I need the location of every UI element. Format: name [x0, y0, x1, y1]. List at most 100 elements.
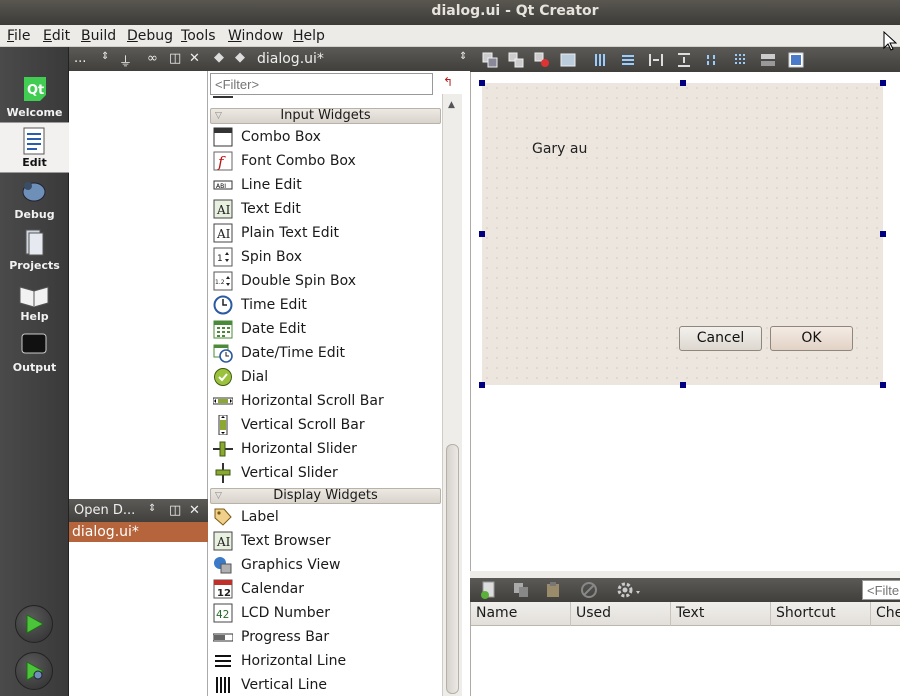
menu-tools[interactable]: Tools	[181, 28, 216, 44]
widget-item[interactable]: 42 LCD Number	[208, 601, 444, 625]
layout-form-icon[interactable]	[704, 52, 720, 68]
mode-debug[interactable]: Debug	[0, 173, 69, 224]
edit-tab-order-icon[interactable]	[560, 52, 576, 68]
layout-horizontal-icon[interactable]	[593, 52, 609, 68]
mode-output[interactable]: Output	[0, 326, 69, 377]
chevron-updown-icon[interactable]: ⇕	[148, 503, 156, 514]
widget-item[interactable]: Vertical Line	[208, 673, 444, 696]
back-arrow-icon[interactable]: ◆	[214, 50, 224, 65]
menu-file[interactable]: File	[7, 28, 30, 44]
svg-text:AI: AI	[216, 203, 231, 217]
menu-build[interactable]: Build	[81, 28, 116, 44]
widget-item[interactable]: AI Text Edit	[208, 197, 444, 221]
layout-grid-icon[interactable]	[732, 52, 748, 68]
resize-handle[interactable]	[880, 382, 886, 388]
widget-item[interactable]: Dial	[208, 365, 444, 389]
widget-item[interactable]: Horizontal Line	[208, 649, 444, 673]
widget-item[interactable]: AI Text Browser	[208, 529, 444, 553]
resize-handle[interactable]	[880, 231, 886, 237]
widget-item[interactable]: Time Edit	[208, 293, 444, 317]
break-layout-icon[interactable]	[760, 52, 776, 68]
widget-item[interactable]: Progress Bar	[208, 625, 444, 649]
menu-edit[interactable]: Edit	[43, 28, 70, 44]
resize-handle[interactable]	[479, 231, 485, 237]
widget-item[interactable]: Horizontal Scroll Bar	[208, 389, 444, 413]
resize-handle[interactable]	[680, 382, 686, 388]
adjust-size-icon[interactable]	[788, 52, 804, 68]
resize-handle[interactable]	[479, 382, 485, 388]
run-button[interactable]	[15, 605, 53, 643]
widget-item[interactable]: Combo Box	[208, 125, 444, 149]
column-header-name[interactable]: Name	[471, 602, 571, 626]
widget-list-scrollbar[interactable]: ▲	[442, 94, 462, 696]
widget-item[interactable]: 1 Spin Box	[208, 245, 444, 269]
widget-item[interactable]: 1.2 Double Spin Box	[208, 269, 444, 293]
widget-filter-input[interactable]	[210, 73, 433, 95]
action-table[interactable]: Name Used Text Shortcut Che	[470, 602, 900, 696]
widget-item[interactable]: Label	[208, 505, 444, 529]
widget-item[interactable]: AI Plain Text Edit	[208, 221, 444, 245]
close-icon[interactable]: ✕	[189, 51, 200, 66]
widget-item[interactable]: Horizontal Slider	[208, 437, 444, 461]
copy-action-icon[interactable]	[512, 581, 530, 599]
new-action-icon[interactable]	[480, 581, 498, 599]
layout-vertical-icon[interactable]	[620, 52, 636, 68]
widget-item[interactable]: f Font Combo Box	[208, 149, 444, 173]
widget-item[interactable]: Date/Time Edit	[208, 341, 444, 365]
navigation-view-selector[interactable]: ...	[74, 51, 86, 66]
open-documents-title[interactable]: Open D...	[74, 503, 135, 518]
delete-action-icon[interactable]	[580, 581, 598, 599]
window-title-bar[interactable]: dialog.ui - Qt Creator	[0, 0, 900, 25]
category-input-widgets[interactable]: ▽ Input Widgets	[210, 108, 441, 124]
widget-item[interactable]: ABI Line Edit	[208, 173, 444, 197]
menu-help[interactable]: Help	[293, 28, 325, 44]
edit-buddies-icon[interactable]	[534, 52, 550, 68]
debug-run-button[interactable]	[15, 652, 53, 690]
layout-horizontal-splitter-icon[interactable]	[648, 52, 664, 68]
widget-item[interactable]: Date Edit	[208, 317, 444, 341]
filter-icon[interactable]: ⏚	[119, 51, 132, 70]
scroll-up-icon[interactable]: ▲	[448, 100, 455, 110]
resize-handle[interactable]	[680, 80, 686, 86]
form-editor-canvas[interactable]: Gary au Cancel OK	[470, 72, 900, 571]
close-icon[interactable]: ✕	[189, 503, 200, 518]
column-header-used[interactable]: Used	[571, 602, 671, 626]
gear-icon[interactable]	[616, 580, 644, 600]
forward-arrow-icon[interactable]: ◆	[235, 50, 245, 65]
split-icon[interactable]: ◫	[169, 51, 181, 66]
mode-projects[interactable]: Projects	[0, 224, 69, 275]
column-header-checkable[interactable]: Che	[871, 602, 900, 626]
mode-welcome[interactable]: Qt Welcome	[0, 71, 69, 122]
link-icon[interactable]: ∞	[147, 51, 158, 66]
form-label[interactable]: Gary au	[532, 141, 587, 157]
mode-edit[interactable]: Edit	[0, 122, 69, 173]
edit-signals-icon[interactable]	[508, 52, 524, 68]
action-filter-input[interactable]	[862, 580, 900, 600]
editor-splitter[interactable]	[470, 571, 900, 578]
dialog-form[interactable]: Gary au Cancel OK	[482, 83, 883, 385]
mode-help[interactable]: Help	[0, 275, 69, 326]
widget-item[interactable]: Vertical Scroll Bar	[208, 413, 444, 437]
column-header-shortcut[interactable]: Shortcut	[771, 602, 871, 626]
paste-action-icon[interactable]	[544, 581, 562, 599]
split-icon[interactable]: ◫	[169, 503, 181, 518]
menu-window[interactable]: Window	[228, 28, 283, 44]
edit-widgets-icon[interactable]	[482, 52, 498, 68]
widget-item[interactable]: Graphics View	[208, 553, 444, 577]
chevron-updown-icon[interactable]: ⇕	[101, 51, 109, 62]
document-selector[interactable]: dialog.ui*	[257, 51, 324, 67]
layout-vertical-splitter-icon[interactable]	[676, 52, 692, 68]
resize-handle[interactable]	[880, 80, 886, 86]
category-display-widgets[interactable]: ▽ Display Widgets	[210, 488, 441, 504]
menu-debug[interactable]: Debug	[127, 28, 173, 44]
widget-item[interactable]: Vertical Slider	[208, 461, 444, 485]
cancel-button[interactable]: Cancel	[679, 326, 762, 351]
chevron-updown-icon[interactable]: ⇕	[459, 51, 467, 62]
resize-handle[interactable]	[479, 80, 485, 86]
widget-item[interactable]: 12 Calendar	[208, 577, 444, 601]
ok-button[interactable]: OK	[770, 326, 853, 351]
column-header-text[interactable]: Text	[671, 602, 771, 626]
scrollbar-thumb[interactable]	[446, 444, 459, 694]
open-document-item[interactable]: dialog.ui*	[69, 522, 208, 542]
clear-filter-icon[interactable]: ↰	[443, 75, 453, 89]
